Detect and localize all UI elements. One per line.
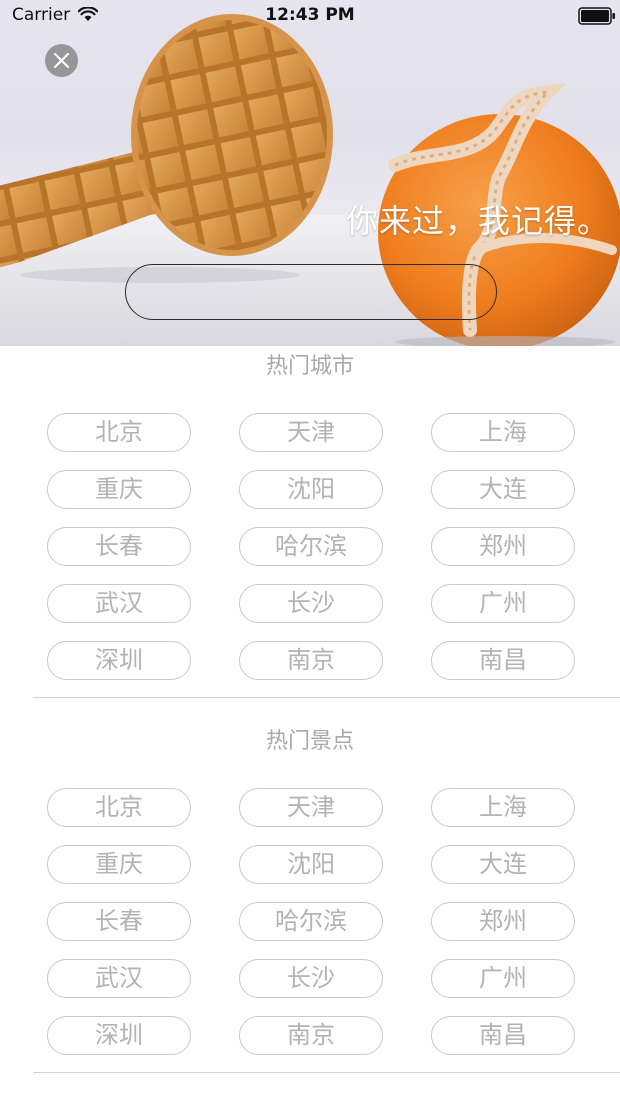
city-chip[interactable]: 深圳 — [47, 641, 191, 680]
close-icon — [53, 52, 70, 69]
attraction-chip[interactable]: 武汉 — [47, 959, 191, 998]
city-chip[interactable]: 郑州 — [431, 527, 575, 566]
attraction-chip[interactable]: 南昌 — [431, 1016, 575, 1055]
status-time: 12:43 PM — [265, 5, 355, 25]
section-title-hot-cities: 热门城市 — [265, 354, 354, 379]
city-chip[interactable]: 南昌 — [431, 641, 575, 680]
battery-icon — [578, 7, 615, 25]
screen: Carrier 12:43 PM 你来过，我记得。 热门城市 北京 天津 上海 … — [0, 0, 620, 1104]
attraction-chip[interactable]: 天津 — [239, 788, 383, 827]
hot-attractions-section: 热门景点 北京 天津 上海 重庆 沈阳 大连 长春 哈尔滨 郑州 武汉 长沙 广… — [0, 727, 620, 1073]
section-divider — [33, 697, 620, 698]
attraction-chip[interactable]: 长春 — [47, 902, 191, 941]
city-chip[interactable]: 天津 — [239, 413, 383, 452]
hero-banner: Carrier 12:43 PM 你来过，我记得。 — [0, 0, 620, 346]
attraction-chip[interactable]: 大连 — [431, 845, 575, 884]
city-chip[interactable]: 北京 — [47, 413, 191, 452]
attraction-chip[interactable]: 哈尔滨 — [239, 902, 383, 941]
attraction-chip[interactable]: 南京 — [239, 1016, 383, 1055]
city-chip[interactable]: 广州 — [431, 584, 575, 623]
city-chip[interactable]: 武汉 — [47, 584, 191, 623]
attraction-chip[interactable]: 重庆 — [47, 845, 191, 884]
attraction-chip[interactable]: 深圳 — [47, 1016, 191, 1055]
city-chip[interactable]: 南京 — [239, 641, 383, 680]
attraction-chip[interactable]: 沈阳 — [239, 845, 383, 884]
city-chip[interactable]: 大连 — [431, 470, 575, 509]
city-chip[interactable]: 上海 — [431, 413, 575, 452]
hero-tagline: 你来过，我记得。 — [345, 202, 610, 240]
close-button[interactable] — [45, 44, 78, 77]
attraction-chip[interactable]: 郑州 — [431, 902, 575, 941]
city-chip[interactable]: 长沙 — [239, 584, 383, 623]
attraction-chip[interactable]: 广州 — [431, 959, 575, 998]
hot-cities-section: 热门城市 北京 天津 上海 重庆 沈阳 大连 长春 哈尔滨 郑州 武汉 长沙 广… — [0, 352, 620, 698]
city-chip[interactable]: 重庆 — [47, 470, 191, 509]
search-input[interactable] — [125, 264, 497, 320]
city-chip[interactable]: 哈尔滨 — [239, 527, 383, 566]
city-chip[interactable]: 长春 — [47, 527, 191, 566]
attraction-chip[interactable]: 长沙 — [239, 959, 383, 998]
attraction-chip[interactable]: 北京 — [47, 788, 191, 827]
section-divider — [33, 1072, 620, 1073]
status-bar: Carrier 12:43 PM — [0, 0, 620, 32]
city-chip[interactable]: 沈阳 — [239, 470, 383, 509]
section-title-hot-attractions: 热门景点 — [265, 729, 354, 754]
attraction-chip[interactable]: 上海 — [431, 788, 575, 827]
